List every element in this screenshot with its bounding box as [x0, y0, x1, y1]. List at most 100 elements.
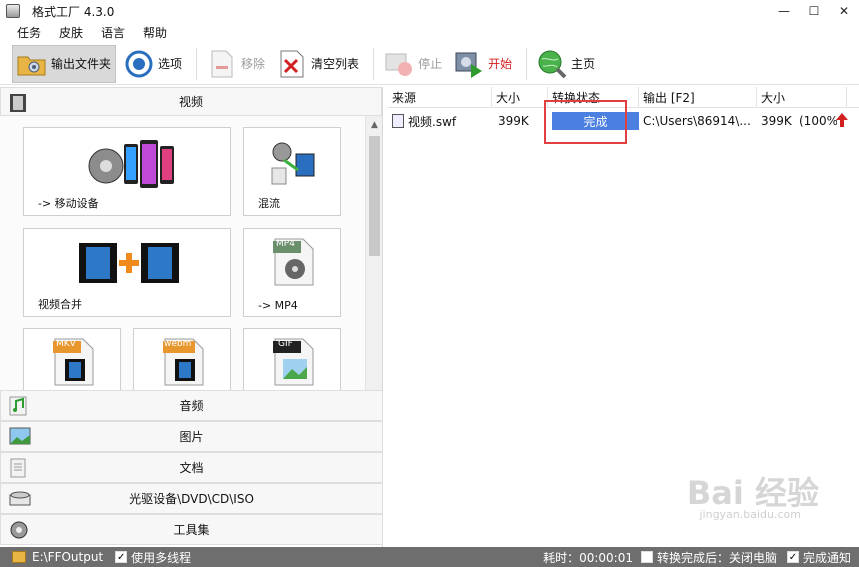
- column-source[interactable]: 来源: [388, 87, 492, 108]
- task-source-name: 视频.swf: [408, 114, 457, 129]
- merge-icon: [78, 241, 182, 288]
- toolbar-divider: [196, 47, 198, 80]
- category-video-header[interactable]: 视频: [0, 87, 382, 116]
- task-output-size: 399K: [761, 114, 792, 128]
- toolbar-divider: [373, 47, 375, 80]
- scroll-thumb[interactable]: [369, 136, 380, 256]
- category-audio-label: 音频: [179, 399, 204, 413]
- category-tools[interactable]: 工具集: [0, 514, 383, 545]
- watermark-url: jingyan.baidu.com: [699, 508, 801, 521]
- stop-button[interactable]: 停止: [380, 45, 446, 83]
- close-button[interactable]: ✕: [829, 0, 859, 22]
- minimize-button[interactable]: —: [769, 0, 799, 22]
- category-optical-drive-label: 光驱设备\DVD\CD\ISO: [129, 492, 254, 506]
- mobile-device-icon: [86, 136, 178, 193]
- multithread-label: 使用多线程: [131, 550, 192, 565]
- tile-mp4-label: -> MP4: [258, 299, 298, 312]
- file-icon: [392, 114, 404, 128]
- tools-icon: [9, 520, 31, 540]
- stop-label: 停止: [418, 57, 443, 71]
- options-button[interactable]: 选项: [120, 45, 186, 83]
- category-document[interactable]: 文档: [0, 452, 383, 483]
- menu-bar: 任务 皮肤 语言 帮助: [0, 22, 859, 42]
- category-video-label: 视频: [178, 95, 203, 109]
- menu-skin[interactable]: 皮肤: [50, 24, 92, 41]
- category-list: 音频 图片 文档 光驱设备\DVD\CD\ISO 工具集: [0, 390, 383, 545]
- stop-icon: [384, 49, 414, 79]
- notify-label: 完成通知: [802, 550, 851, 565]
- category-image-label: 图片: [179, 430, 204, 444]
- title-bar: 格式工厂 4.3.0 — ☐ ✕: [0, 0, 859, 22]
- home-globe-icon: [537, 49, 567, 79]
- task-output-ratio: (100%): [799, 114, 837, 128]
- tile-mux[interactable]: 混流: [243, 127, 341, 216]
- tile-merge[interactable]: 视频合并: [23, 228, 231, 317]
- output-folder-status-icon[interactable]: [12, 551, 26, 563]
- elapsed-time: 耗时：00:00:01: [543, 550, 633, 565]
- tile-merge-label: 视频合并: [38, 298, 82, 311]
- options-icon: [124, 49, 154, 79]
- category-optical-drive[interactable]: 光驱设备\DVD\CD\ISO: [0, 483, 383, 514]
- column-size[interactable]: 大小: [492, 87, 548, 108]
- task-output-path: C:\Users\86914\...: [643, 114, 751, 128]
- scroll-up-arrow-icon[interactable]: ▲: [366, 116, 382, 133]
- mux-icon: [270, 140, 318, 189]
- task-size: 399K: [498, 114, 529, 128]
- tile-mux-label: 混流: [258, 197, 280, 210]
- after-done-label: 转换完成后：关闭电脑: [656, 550, 777, 565]
- up-arrow-icon: [835, 112, 849, 131]
- mp4-badge: MP4: [276, 239, 295, 249]
- column-output[interactable]: 输出 [F2]: [639, 87, 757, 108]
- document-icon: [9, 458, 31, 478]
- film-icon: [9, 93, 29, 113]
- conversion-panel: 视频 -> 移动设备 混流 视频合并 MP4 -> MP4 MKV webm G…: [0, 87, 383, 547]
- toolbar: 输出文件夹 选项 移除 清空列表 停止 开始 主页: [0, 43, 859, 85]
- status-bar: E:\FFOutput ✓ 使用多线程 耗时：00:00:01 转换完成后：关闭…: [0, 547, 859, 567]
- clear-list-label: 清空列表: [311, 57, 360, 71]
- tile-mobile-device[interactable]: -> 移动设备: [23, 127, 231, 216]
- output-folder-label: 输出文件夹: [51, 57, 112, 71]
- toolbar-divider: [526, 47, 528, 80]
- category-tools-label: 工具集: [173, 523, 210, 537]
- gif-badge: GIF: [278, 339, 293, 349]
- music-note-icon: [9, 396, 31, 416]
- menu-language[interactable]: 语言: [92, 24, 134, 41]
- video-tiles: -> 移动设备 混流 视频合并 MP4 -> MP4 MKV webm GIF …: [0, 116, 382, 416]
- start-icon: [454, 49, 484, 79]
- start-button[interactable]: 开始: [450, 45, 516, 83]
- tile-mp4[interactable]: MP4 -> MP4: [243, 228, 341, 317]
- output-folder-button[interactable]: 输出文件夹: [12, 44, 117, 83]
- start-label: 开始: [488, 57, 513, 71]
- maximize-button[interactable]: ☐: [799, 0, 829, 22]
- menu-task[interactable]: 任务: [0, 24, 50, 41]
- category-audio[interactable]: 音频: [0, 390, 383, 421]
- window-controls: — ☐ ✕: [769, 0, 859, 22]
- remove-icon: [207, 49, 237, 79]
- remove-label: 移除: [241, 57, 266, 71]
- folder-icon: [17, 49, 47, 79]
- options-label: 选项: [158, 57, 183, 71]
- home-label: 主页: [571, 57, 596, 71]
- clear-list-icon: [277, 49, 307, 79]
- tile-mobile-label: -> 移动设备: [38, 197, 99, 210]
- remove-button[interactable]: 移除: [203, 45, 269, 83]
- category-image[interactable]: 图片: [0, 421, 383, 452]
- tiles-scrollbar[interactable]: ▲ ▼: [365, 116, 382, 416]
- output-path[interactable]: E:\FFOutput: [32, 550, 103, 564]
- menu-help[interactable]: 帮助: [134, 24, 176, 41]
- multithread-checkbox[interactable]: ✓: [115, 551, 128, 563]
- clear-list-button[interactable]: 清空列表: [273, 45, 363, 83]
- status-highlight-annotation: [544, 100, 627, 144]
- webm-badge: webm: [164, 339, 192, 349]
- mkv-badge: MKV: [56, 339, 76, 349]
- home-button[interactable]: 主页: [533, 45, 599, 83]
- app-icon: [6, 4, 20, 18]
- column-output-size[interactable]: 大小: [757, 87, 847, 108]
- after-done-checkbox[interactable]: [640, 551, 653, 563]
- disc-drive-icon: [9, 489, 31, 509]
- picture-icon: [9, 427, 31, 447]
- task-source-cell: 视频.swf: [388, 110, 492, 132]
- window-title: 格式工厂 4.3.0: [32, 4, 115, 19]
- category-document-label: 文档: [179, 461, 204, 475]
- notify-checkbox[interactable]: ✓: [786, 551, 799, 563]
